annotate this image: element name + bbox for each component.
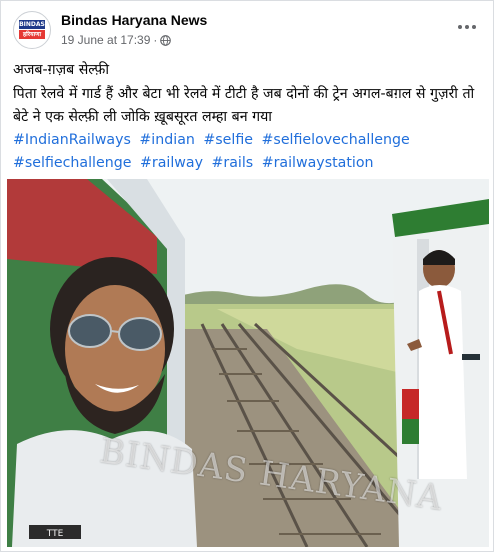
hashtag-link[interactable]: #IndianRailways xyxy=(13,132,131,148)
post-photo[interactable]: TTE BINDAS HARYANA xyxy=(7,179,489,547)
page-name-link[interactable]: Bindas Haryana News xyxy=(61,12,207,28)
hashtag-list: #IndianRailways #indian #selfie #selfiel… xyxy=(13,132,414,171)
page-avatar[interactable]: BINDAS हरियाणा xyxy=(13,11,51,49)
hashtag-link[interactable]: #selfie xyxy=(203,132,253,148)
post-timestamp[interactable]: 19 June at 17:39 xyxy=(61,33,150,47)
facebook-post: BINDAS हरियाणा Bindas Haryana News 19 Ju… xyxy=(0,0,494,552)
post-caption: अजब-ग़ज़ब सेल्फ़ी पिता रेलवे में गार्ड ह… xyxy=(13,59,483,175)
post-header: BINDAS हरियाणा Bindas Haryana News 19 Ju… xyxy=(13,9,481,49)
hashtag-link[interactable]: #railwaystation xyxy=(262,155,374,171)
post-meta: 19 June at 17:39 · xyxy=(61,33,172,47)
tte-badge-text: TTE xyxy=(46,529,64,539)
meta-separator: · xyxy=(153,33,158,47)
hashtag-link[interactable]: #indian xyxy=(139,132,194,148)
globe-icon[interactable] xyxy=(160,34,172,46)
more-options-icon[interactable] xyxy=(455,17,479,37)
post-body: पिता रेलवे में गार्ड हैं और बेटा भी रेलव… xyxy=(13,86,475,125)
avatar-logo-line1: BINDAS xyxy=(19,20,45,29)
post-title: अजब-ग़ज़ब सेल्फ़ी xyxy=(13,62,110,78)
hashtag-link[interactable]: #selfiechallenge xyxy=(13,155,131,171)
hashtag-link[interactable]: #rails xyxy=(211,155,253,171)
avatar-logo-line2: हरियाणा xyxy=(19,30,45,39)
hashtag-link[interactable]: #selfielovechallenge xyxy=(262,132,410,148)
hashtag-link[interactable]: #railway xyxy=(140,155,203,171)
